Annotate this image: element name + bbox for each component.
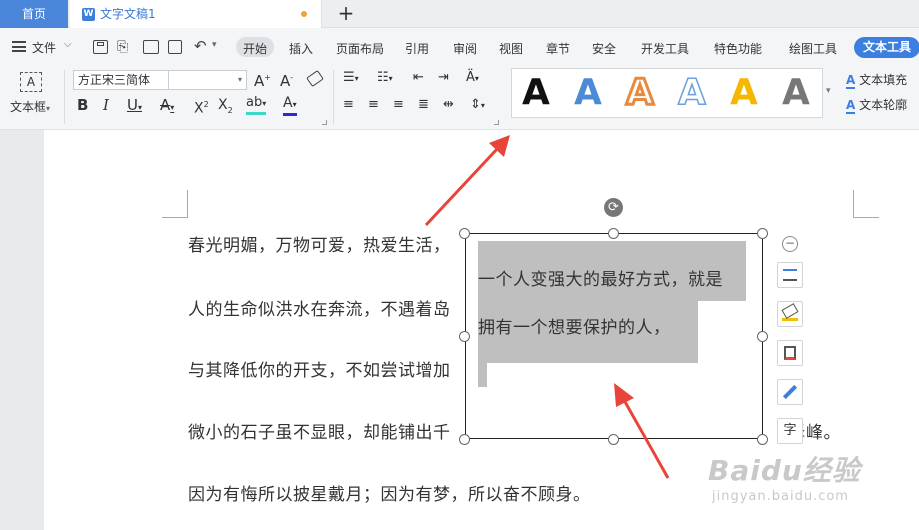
- arrow-head-icon: [614, 383, 634, 407]
- annotation-arrow-down: [622, 399, 670, 479]
- watermark-url: jingyan.baidu.com: [712, 489, 849, 504]
- watermark: Baidu经验 jingyan.baidu.com: [708, 449, 908, 519]
- watermark-brand: Baidu经验: [708, 454, 861, 487]
- annotation-arrow-up: [424, 146, 500, 227]
